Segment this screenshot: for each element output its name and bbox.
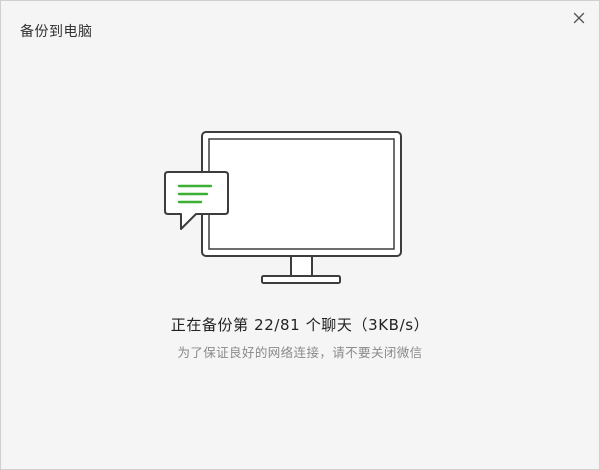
backup-dialog: 备份到电脑 正在备份第 22/81 个聊天（3KB/s） 为了保证良好的网络连接… — [0, 0, 600, 470]
dialog-title: 备份到电脑 — [20, 24, 93, 40]
close-icon — [573, 12, 585, 24]
backup-status-text: 正在备份第 22/81 个聊天（3KB/s） — [170, 316, 430, 334]
close-button[interactable] — [571, 10, 587, 26]
network-hint-text: 为了保证良好的网络连接，请不要关闭微信 — [177, 345, 423, 360]
computer-with-chat-bubble-icon — [164, 131, 402, 284]
monitor-icon — [201, 131, 402, 284]
